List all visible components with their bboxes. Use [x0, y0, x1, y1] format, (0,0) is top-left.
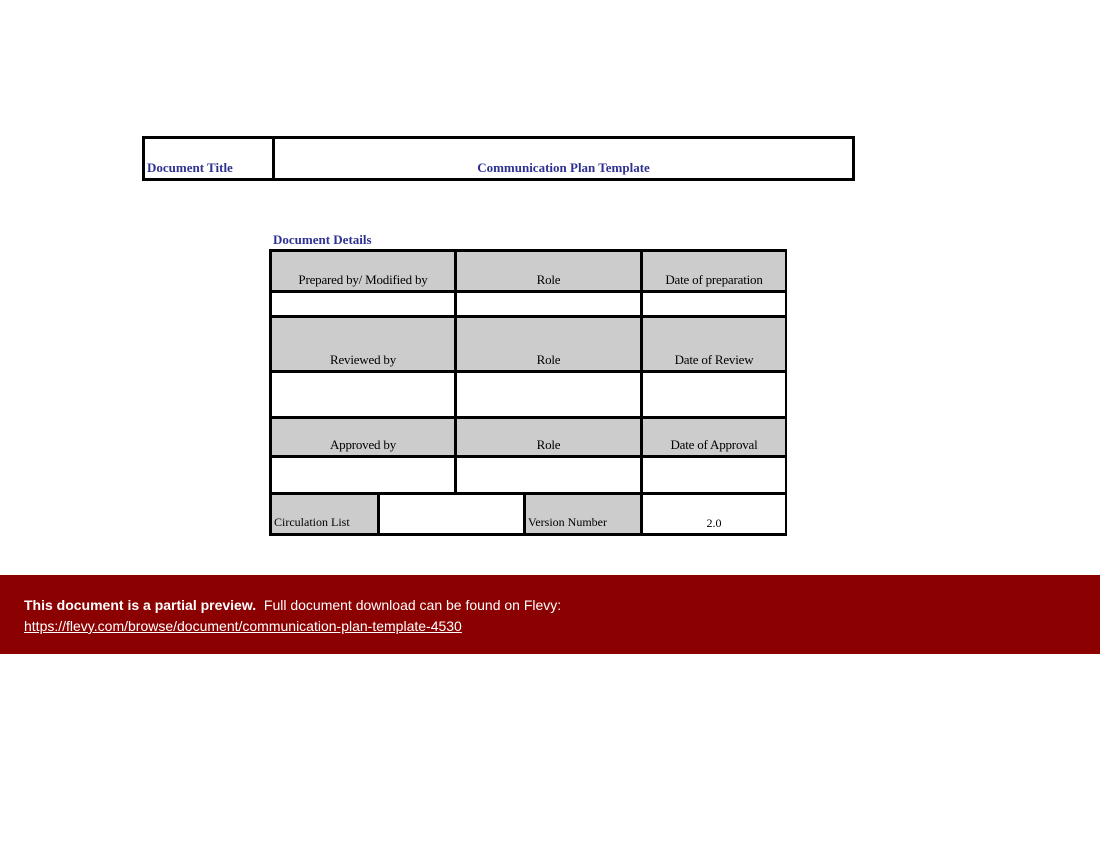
date-of-approval-header: Date of Approval: [643, 419, 785, 455]
approved-role-header: Role: [457, 419, 640, 455]
banner-bold-text: This document is a partial preview.: [24, 597, 257, 613]
prepared-role-cell[interactable]: [457, 293, 640, 315]
approved-by-header: Approved by: [272, 419, 454, 455]
date-of-review-header: Date of Review: [643, 318, 785, 370]
circulation-list-cell[interactable]: [380, 495, 523, 533]
reviewed-role-header: Role: [457, 318, 640, 370]
reviewed-by-cell[interactable]: [272, 373, 454, 416]
document-details-table: Prepared by/ Modified by Role Date of pr…: [269, 249, 787, 536]
banner-text: Full document download can be found on F…: [263, 597, 562, 613]
reviewed-role-cell[interactable]: [457, 373, 640, 416]
preview-banner: This document is a partial preview. Full…: [0, 575, 1100, 654]
flevy-document-link[interactable]: https://flevy.com/browse/document/commun…: [24, 618, 462, 634]
prepared-role-header: Role: [457, 252, 640, 290]
banner-message: This document is a partial preview. Full…: [24, 596, 1076, 618]
date-of-review-cell[interactable]: [643, 373, 785, 416]
document-title-box: Document Title Communication Plan Templa…: [142, 136, 855, 181]
approved-role-cell[interactable]: [457, 458, 640, 492]
date-of-preparation-cell[interactable]: [643, 293, 785, 315]
circulation-list-label: Circulation List: [272, 495, 377, 533]
reviewed-by-header: Reviewed by: [272, 318, 454, 370]
document-details-heading: Document Details: [273, 232, 372, 247]
prepared-by-cell[interactable]: [272, 293, 454, 315]
version-number-label: Version Number: [526, 495, 640, 533]
document-title-value: Communication Plan Template: [477, 160, 650, 175]
date-of-approval-cell[interactable]: [643, 458, 785, 492]
document-title-label: Document Title: [145, 139, 275, 178]
prepared-by-header: Prepared by/ Modified by: [272, 252, 454, 290]
circulation-version-row: Circulation List Version Number 2.0: [272, 495, 785, 533]
approved-by-cell[interactable]: [272, 458, 454, 492]
date-of-preparation-header: Date of preparation: [643, 252, 785, 290]
version-number-cell[interactable]: 2.0: [643, 495, 785, 533]
